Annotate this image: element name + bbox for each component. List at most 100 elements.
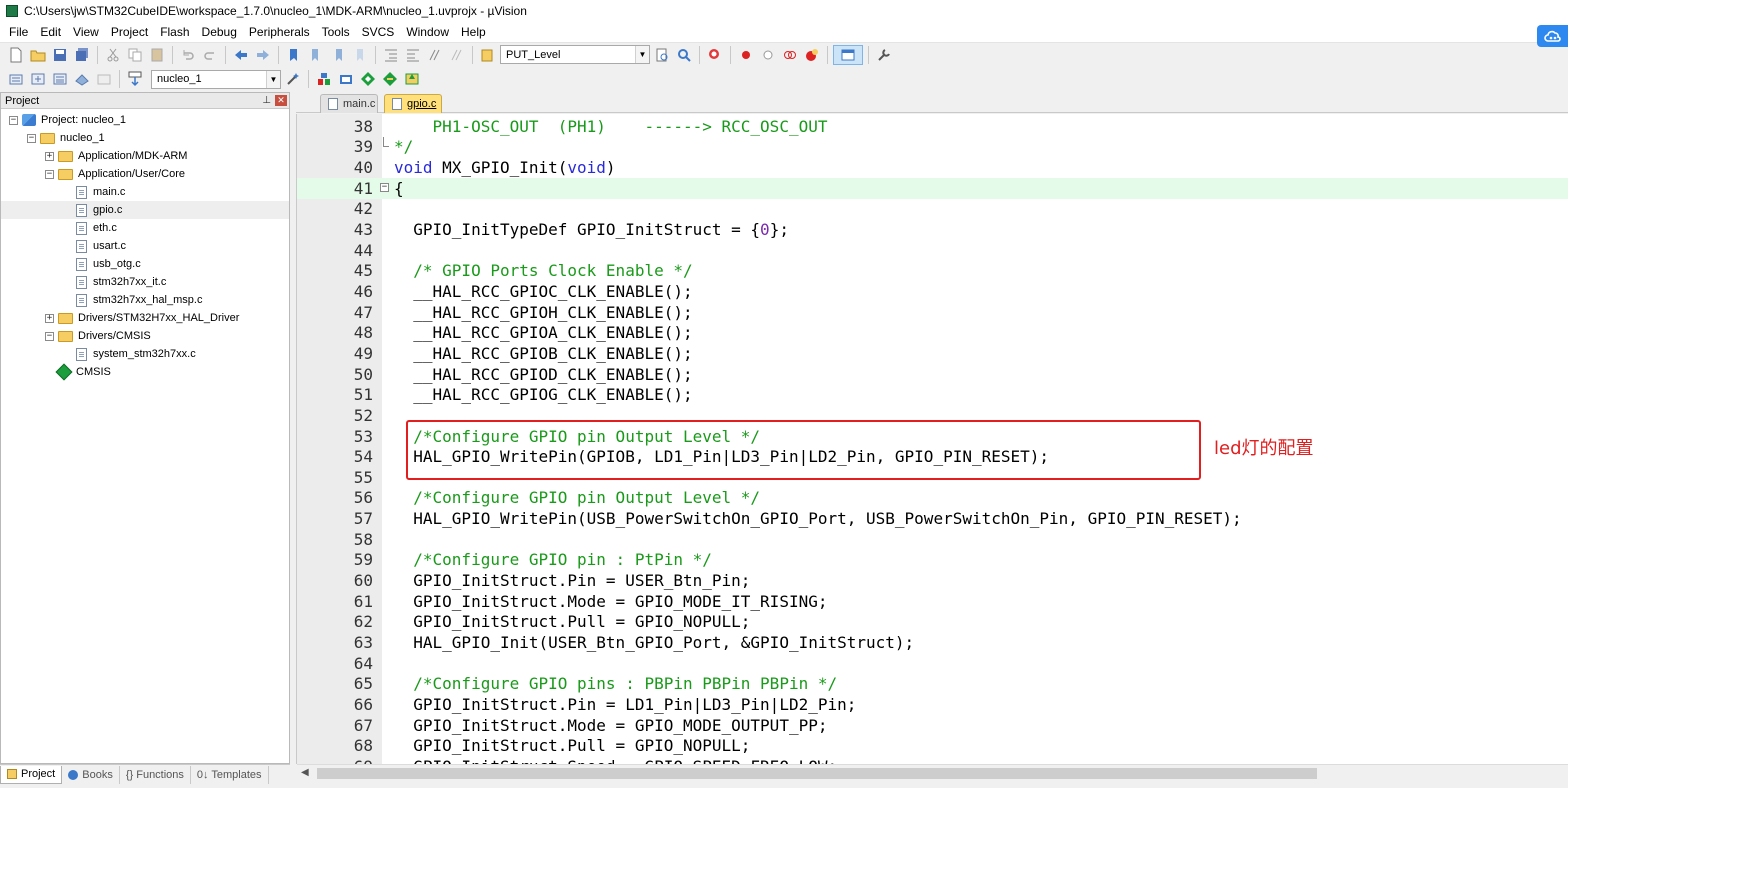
code-line[interactable]: 40 void MX_GPIO_Init(void) xyxy=(297,157,1568,178)
fold-marker[interactable]: − xyxy=(377,178,393,198)
manage-rte-button[interactable] xyxy=(358,69,378,89)
tab-gpio-c[interactable]: gpio.c xyxy=(384,94,442,113)
code-line[interactable]: 65 /*Configure GPIO pins : PBPin PBPin P… xyxy=(297,674,1568,695)
expand-icon[interactable]: + xyxy=(45,313,54,323)
save-all-button[interactable] xyxy=(72,45,92,65)
expand-icon[interactable]: + xyxy=(45,151,54,161)
menu-file[interactable]: File xyxy=(3,23,34,41)
next-bookmark-button[interactable] xyxy=(328,45,348,65)
collapse-icon[interactable]: − xyxy=(27,133,36,143)
tab-functions[interactable]: {} Functions xyxy=(120,765,191,784)
floating-side-button[interactable] xyxy=(1537,25,1568,47)
chevron-down-icon[interactable]: ▼ xyxy=(266,70,280,88)
find-button[interactable] xyxy=(652,45,672,65)
copy-button[interactable] xyxy=(125,45,145,65)
save-button[interactable] xyxy=(50,45,70,65)
code-line[interactable]: 46 __HAL_RCC_GPIOC_CLK_ENABLE(); xyxy=(297,281,1568,302)
collapse-icon[interactable]: − xyxy=(45,169,54,179)
code-line[interactable]: 68 GPIO_InitStruct.Pull = GPIO_NOPULL; xyxy=(297,736,1568,757)
code-line[interactable]: 58 xyxy=(297,529,1568,550)
code-line[interactable]: 38 PH1-OSC_OUT (PH1) ------> RCC_OSC_OUT xyxy=(297,116,1568,137)
code-line[interactable]: 69 GPIO_InitStruct.Speed = GPIO_SPEED_FR… xyxy=(297,756,1568,764)
bookmark-button[interactable] xyxy=(284,45,304,65)
menu-window[interactable]: Window xyxy=(400,23,455,41)
menu-flash[interactable]: Flash xyxy=(154,23,195,41)
collapse-icon[interactable]: − xyxy=(380,183,389,193)
new-file-button[interactable] xyxy=(6,45,26,65)
close-icon[interactable]: ✕ xyxy=(275,95,287,106)
debug-session-button[interactable] xyxy=(705,45,725,65)
redo-button[interactable] xyxy=(200,45,220,65)
code-line[interactable]: 43 GPIO_InitTypeDef GPIO_InitStruct = {0… xyxy=(297,219,1568,240)
clear-bookmarks-button[interactable] xyxy=(350,45,370,65)
code-line[interactable]: 67 GPIO_InitStruct.Mode = GPIO_MODE_OUTP… xyxy=(297,715,1568,736)
window-layout-button[interactable] xyxy=(833,44,863,65)
menu-peripherals[interactable]: Peripherals xyxy=(243,23,316,41)
code-line[interactable]: 47 __HAL_RCC_GPIOH_CLK_ENABLE(); xyxy=(297,302,1568,323)
nav-back-button[interactable] xyxy=(231,45,251,65)
collapse-icon[interactable]: − xyxy=(9,115,18,125)
tree-item[interactable]: usb_otg.c xyxy=(1,255,289,273)
collapse-icon[interactable]: − xyxy=(45,331,54,341)
prev-bookmark-button[interactable] xyxy=(306,45,326,65)
disable-breakpoints-button[interactable] xyxy=(780,45,800,65)
pack-installer-button[interactable] xyxy=(380,69,400,89)
comment-button[interactable] xyxy=(425,45,445,65)
undo-button[interactable] xyxy=(178,45,198,65)
select-packs-button[interactable] xyxy=(336,69,356,89)
code-line[interactable]: 41−{ xyxy=(297,177,1568,199)
code-line[interactable]: 49 __HAL_RCC_GPIOB_CLK_ENABLE(); xyxy=(297,343,1568,364)
tree-item[interactable]: − Drivers/CMSIS xyxy=(1,327,289,345)
unindent-button[interactable] xyxy=(403,45,423,65)
nav-forward-button[interactable] xyxy=(253,45,273,65)
code-line[interactable]: 66 GPIO_InitStruct.Pin = LD1_Pin|LD3_Pin… xyxy=(297,694,1568,715)
scrollbar-thumb[interactable] xyxy=(317,768,1317,779)
translate-button[interactable] xyxy=(6,69,26,89)
scroll-left-icon[interactable]: ◀ xyxy=(301,767,309,778)
tree-item[interactable]: main.c xyxy=(1,183,289,201)
manage-project-items-button[interactable] xyxy=(314,69,334,89)
tree-item[interactable]: stm32h7xx_hal_msp.c xyxy=(1,291,289,309)
indent-button[interactable] xyxy=(381,45,401,65)
tab-books[interactable]: Books xyxy=(62,765,120,784)
code-line[interactable]: 45 /* GPIO Ports Clock Enable */ xyxy=(297,261,1568,282)
menu-project[interactable]: Project xyxy=(105,23,154,41)
find-in-files-button[interactable] xyxy=(478,45,498,65)
menu-view[interactable]: View xyxy=(67,23,105,41)
menu-debug[interactable]: Debug xyxy=(196,23,243,41)
menu-help[interactable]: Help xyxy=(455,23,492,41)
code-line[interactable]: 56 /*Configure GPIO pin Output Level */ xyxy=(297,488,1568,509)
code-line[interactable]: 39 */ xyxy=(297,136,1568,158)
code-line[interactable]: 62 GPIO_InitStruct.Pull = GPIO_NOPULL; xyxy=(297,612,1568,633)
batch-build-button[interactable] xyxy=(72,69,92,89)
tab-main-c[interactable]: main.c xyxy=(320,94,378,113)
tree-item[interactable]: − Project: nucleo_1 xyxy=(1,111,289,129)
enable-breakpoint-button[interactable] xyxy=(758,45,778,65)
kill-breakpoints-button[interactable] xyxy=(802,45,822,65)
incremental-find-button[interactable] xyxy=(674,45,694,65)
tree-item[interactable]: − Application/User/Core xyxy=(1,165,289,183)
tree-item[interactable]: eth.c xyxy=(1,219,289,237)
tree-item[interactable]: − nucleo_1 xyxy=(1,129,289,147)
tab-templates[interactable]: 0↓ Templates xyxy=(191,765,269,784)
find-combo[interactable]: PUT_Level ▼ xyxy=(500,45,650,64)
code-line[interactable]: 63 HAL_GPIO_Init(USER_Btn_GPIO_Port, &GP… xyxy=(297,632,1568,653)
cut-button[interactable] xyxy=(103,45,123,65)
pin-icon[interactable]: ⊥ xyxy=(262,95,271,106)
code-line[interactable]: 42 xyxy=(297,199,1568,220)
open-file-button[interactable] xyxy=(28,45,48,65)
event-recorder-button[interactable] xyxy=(402,69,422,89)
code-line[interactable]: 51 __HAL_RCC_GPIOG_CLK_ENABLE(); xyxy=(297,384,1568,405)
tree-item[interactable]: system_stm32h7xx.c xyxy=(1,345,289,363)
tab-project[interactable]: Project xyxy=(0,765,63,784)
tree-item[interactable]: + Application/MDK-ARM xyxy=(1,147,289,165)
chevron-down-icon[interactable]: ▼ xyxy=(635,46,649,63)
tree-item[interactable]: stm32h7xx_it.c xyxy=(1,273,289,291)
insert-breakpoint-button[interactable] xyxy=(736,45,756,65)
uncomment-button[interactable] xyxy=(447,45,467,65)
tree-item[interactable]: gpio.c xyxy=(1,201,289,219)
rebuild-button[interactable] xyxy=(50,69,70,89)
code-line[interactable]: 57 HAL_GPIO_WritePin(USB_PowerSwitchOn_G… xyxy=(297,508,1568,529)
stop-build-button[interactable] xyxy=(94,69,114,89)
tree-item[interactable]: usart.c xyxy=(1,237,289,255)
